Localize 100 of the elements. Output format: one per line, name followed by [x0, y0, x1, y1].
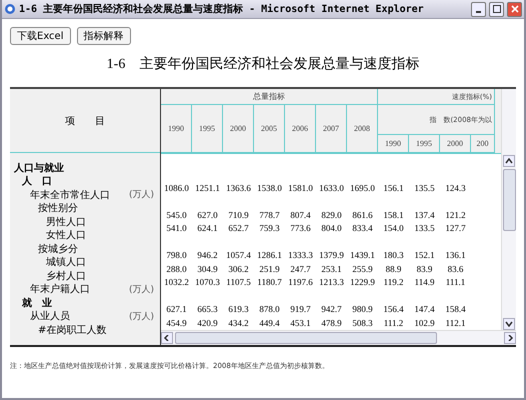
chevron-up-icon	[505, 158, 513, 164]
table-cell-text: 1333.3	[287, 249, 314, 262]
table-cell-text: 449.4	[258, 316, 281, 330]
table-cell-text: 541.0	[165, 222, 188, 235]
table-cell-text: 1251.1	[194, 182, 221, 194]
row-label: #在岗职工人数	[38, 324, 106, 337]
table-cell-text: 798.0	[165, 249, 188, 262]
table-cell-text: 420.9	[196, 316, 219, 330]
table-cell-text: 111.2	[382, 316, 404, 330]
scrollbar-thumb[interactable]	[175, 332, 437, 344]
table-cell-text: 135.5	[413, 182, 436, 194]
table-cell-text: 83.6	[446, 262, 464, 276]
chevron-left-icon	[163, 335, 171, 341]
browser-icon	[4, 3, 16, 15]
table-cell-text: 508.3	[351, 316, 374, 330]
table-cell-text: 306.2	[227, 262, 250, 276]
table-cell-text: 1180.7	[256, 276, 283, 289]
table-cell-text: 253.1	[320, 262, 343, 276]
table-cell-text: 251.9	[258, 262, 281, 276]
table-cell-text: 156.1	[382, 182, 405, 194]
table-cell-text: 454.9	[165, 316, 188, 330]
table-cell-text: 102.9	[413, 316, 436, 330]
table-cell-text: 773.6	[289, 222, 312, 235]
header-cell: 1990	[161, 105, 192, 153]
table-cell-text: 124.3	[444, 182, 467, 194]
header-cell: 2006	[285, 105, 316, 153]
table-cell-text: 1086.0	[163, 182, 190, 194]
unit-label: (万人)	[128, 188, 154, 202]
row-label: 按性别分	[38, 202, 78, 216]
table-cell-text: 121.2	[444, 208, 467, 222]
minimize-button[interactable]	[471, 2, 486, 16]
table-cell-text: 1057.4	[225, 249, 252, 262]
horizontal-scrollbar[interactable]	[161, 330, 516, 345]
header-cell: 1995	[409, 135, 440, 153]
table-cell-text: 665.3	[196, 303, 219, 316]
table-cell-text: 627.1	[165, 303, 188, 316]
table-cell-text: 83.9	[416, 262, 434, 276]
vertical-scrollbar[interactable]	[501, 89, 516, 330]
maximize-icon	[492, 5, 500, 13]
header-cell: 2000	[440, 135, 471, 153]
table-cell-text: 288.0	[165, 262, 188, 276]
maximize-button[interactable]	[489, 2, 504, 16]
table-cell-text: 158.4	[444, 303, 467, 316]
table-cell-text: 778.7	[258, 208, 281, 222]
table-cell-text: 1538.0	[256, 182, 283, 194]
table-cell-text: 807.4	[289, 208, 312, 222]
row-label: 城镇人口	[46, 256, 86, 270]
table-cell-text: 829.0	[320, 208, 343, 222]
table-cell-text: 710.9	[227, 208, 250, 222]
row-label: 从业人员	[30, 310, 70, 324]
table-cell-text: 114.9	[414, 276, 436, 289]
table-cell-text: 158.1	[382, 208, 405, 222]
toolbar-button[interactable]: 下载Excel	[10, 27, 70, 45]
table-cell-text: 133.5	[413, 222, 436, 235]
row-label: 乡村人口	[46, 270, 86, 283]
row-label: 按城乡分	[38, 242, 78, 256]
table-cell-text: 147.4	[413, 303, 436, 316]
table-cell-text: 652.7	[227, 222, 250, 235]
table-cell-text: 127.7	[444, 222, 467, 235]
table-cell-text: 111.1	[444, 276, 466, 289]
table-cell-text: 453.1	[289, 316, 312, 330]
table-cell-text: 1581.0	[287, 182, 314, 194]
table-cell-text: 1379.9	[318, 249, 345, 262]
table-cell-text: 861.6	[351, 208, 374, 222]
window-title: 1-6 主要年份国民经济和社会发展总量与速度指标 - Microsoft Internet Explorer	[19, 2, 425, 16]
unit-label: (万人)	[128, 310, 154, 323]
close-icon	[510, 5, 518, 13]
header-cell: 1990	[378, 135, 409, 153]
table-cell-text: 946.2	[196, 249, 219, 262]
page-title: 1-6 主要年份国民经济和社会发展总量与速度指标	[106, 55, 420, 73]
table-cell-text: 878.0	[258, 303, 281, 316]
table-cell-text: 478.9	[320, 316, 343, 330]
row-label: 人口与就业	[14, 162, 64, 175]
table-cell-text: 1286.1	[256, 249, 283, 262]
chevron-down-icon	[505, 321, 513, 327]
table-cell-text: 136.1	[444, 249, 467, 262]
row-label: 就 业	[22, 296, 52, 310]
table-cell-text: 1439.1	[349, 249, 376, 262]
table-cell-text: 180.3	[382, 249, 405, 262]
toolbar-button[interactable]: 指标解释	[76, 27, 130, 45]
row-label: 年末全市常住人口	[30, 188, 110, 202]
unit-label: (万人)	[128, 284, 154, 296]
scrollbar-thumb[interactable]	[502, 169, 516, 231]
header-cell: 总量指标	[161, 89, 378, 105]
chevron-right-icon	[506, 335, 514, 341]
table-cell-text: 1032.2	[163, 276, 190, 289]
table-cell-text: 137.4	[413, 208, 436, 222]
table-cell-text: 152.1	[413, 249, 436, 262]
close-button[interactable]	[507, 2, 522, 16]
row-label: 年末户籍人口	[30, 282, 90, 296]
table-cell-text: 624.1	[196, 222, 219, 235]
table-cell-text: 156.4	[382, 303, 405, 316]
table-cell-text: 1070.3	[194, 276, 221, 289]
row-label: 女性人口	[46, 228, 86, 242]
row-label: 人 口	[22, 174, 52, 188]
table-cell-text: 434.2	[227, 316, 250, 330]
table-cell-text: 1363.6	[225, 182, 252, 194]
header-cell: 2000	[223, 105, 254, 153]
table-cell-text: 1107.5	[225, 276, 252, 289]
table-cell-text: 154.0	[382, 222, 405, 235]
